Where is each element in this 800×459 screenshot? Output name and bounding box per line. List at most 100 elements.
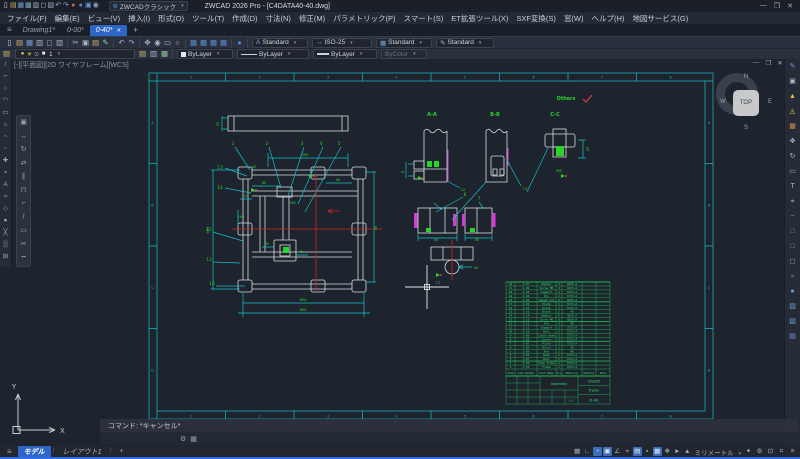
annotation-icon[interactable]: ▲ bbox=[683, 447, 692, 456]
draw-tool-icon[interactable]: ~ bbox=[0, 131, 12, 143]
modify-tool-icon[interactable]: ↻ bbox=[17, 143, 30, 157]
help-icon[interactable]: ◉ bbox=[92, 0, 100, 12]
clean-screen-icon[interactable]: ● bbox=[235, 38, 244, 48]
right-tool-icon[interactable]: ▣ bbox=[786, 74, 799, 89]
tab-model[interactable]: モデル bbox=[18, 446, 51, 457]
modify-tool-icon[interactable]: ╍ bbox=[17, 251, 30, 265]
modify-tool-icon[interactable]: ▭ bbox=[17, 224, 30, 238]
options-icon[interactable]: ▣ bbox=[85, 0, 93, 12]
match-properties-icon[interactable]: ✎ bbox=[101, 38, 110, 48]
draw-tool-icon[interactable]: ╳ bbox=[0, 227, 12, 239]
transparency-icon[interactable]: ▪ bbox=[643, 447, 652, 456]
menu-item[interactable]: 編集(E) bbox=[51, 13, 84, 24]
mdi-close-button[interactable]: ✕ bbox=[777, 59, 782, 67]
copy-icon[interactable]: ▣ bbox=[81, 38, 90, 48]
menu-item[interactable]: 地図サービス(G) bbox=[628, 13, 692, 24]
minimize-button[interactable]: — bbox=[760, 2, 767, 10]
tab-layout1[interactable]: レイアウト1 bbox=[57, 446, 108, 457]
modify-tool-icon[interactable]: ⊓ bbox=[17, 184, 30, 198]
plot-preview-icon[interactable]: ◻ bbox=[40, 0, 48, 12]
workspace-selector[interactable]: ⚙ ZWCADクラシック ▾ bbox=[109, 1, 188, 11]
save-icon[interactable]: ▦ bbox=[25, 38, 34, 48]
draw-tool-icon[interactable]: A bbox=[0, 179, 12, 191]
menu-item[interactable]: ファイル(F) bbox=[3, 13, 51, 24]
right-tool-icon[interactable]: − bbox=[786, 209, 799, 224]
layer-properties-icon[interactable]: ▤ bbox=[2, 49, 11, 59]
menu-item[interactable]: 作成(D) bbox=[228, 13, 261, 24]
viewport-label[interactable]: [-][平面図][2D ワイヤフレーム][WCS] bbox=[14, 60, 129, 70]
make-object-layer-current-icon[interactable]: ▤ bbox=[138, 49, 147, 59]
text-style-combo[interactable]: A Standard ▾ bbox=[252, 38, 308, 48]
plot-icon[interactable]: ▥ bbox=[35, 38, 44, 48]
compass-east[interactable]: E bbox=[765, 99, 775, 105]
right-tool-icon[interactable]: □ bbox=[786, 239, 799, 254]
mdi-minimize-button[interactable]: — bbox=[753, 59, 760, 67]
right-tool-icon[interactable]: ≈ bbox=[786, 269, 799, 284]
draw-tool-icon[interactable]: ▫ bbox=[0, 143, 12, 155]
draw-tool-icon[interactable]: ≈ bbox=[0, 191, 12, 203]
selection-cycling-icon[interactable]: ▦ bbox=[653, 447, 662, 456]
zoom-window-icon[interactable]: ▭ bbox=[163, 38, 172, 48]
new-icon[interactable]: ▯ bbox=[5, 38, 14, 48]
zoom-previous-icon[interactable]: ○ bbox=[173, 38, 182, 48]
draw-tool-icon[interactable]: ◇ bbox=[0, 203, 12, 215]
cad-canvas[interactable]: 1122334455667788AABBCCDD25650390804025M8… bbox=[0, 59, 800, 446]
draw-tool-icon[interactable]: ▪ bbox=[0, 167, 12, 179]
fullscreen-icon[interactable]: ⌗ bbox=[777, 447, 786, 456]
maximize-button[interactable]: ❐ bbox=[774, 2, 780, 10]
ortho-icon[interactable]: ∟ bbox=[583, 447, 592, 456]
compass-north[interactable]: N bbox=[741, 74, 751, 80]
cloud-icon[interactable]: ● bbox=[77, 0, 85, 12]
new-file-icon[interactable]: ▯ bbox=[2, 0, 10, 12]
menu-item[interactable]: 挿入(I) bbox=[124, 13, 154, 24]
dynamic-input-icon[interactable]: ► bbox=[673, 447, 682, 456]
compass-south[interactable]: S bbox=[741, 125, 751, 131]
menu-item[interactable]: パラメトリック(P) bbox=[329, 13, 399, 24]
menu-item[interactable]: 窓(W) bbox=[560, 13, 588, 24]
publish-icon[interactable]: ▧ bbox=[55, 38, 64, 48]
view-compass[interactable]: N S W E TOP bbox=[716, 73, 776, 133]
menu-item[interactable]: SXF変換(S) bbox=[512, 13, 560, 24]
save-as-icon[interactable]: ▩ bbox=[25, 0, 33, 12]
mdi-restore-button[interactable]: ❐ bbox=[766, 59, 772, 67]
document-tab[interactable]: Drawing1* bbox=[17, 25, 61, 36]
right-tool-icon[interactable]: ▭ bbox=[786, 164, 799, 179]
draw-tool-icon[interactable]: ○ bbox=[0, 83, 12, 95]
snap-icon[interactable]: ▤ bbox=[633, 447, 642, 456]
document-tab[interactable]: 0-40*✕ bbox=[90, 25, 127, 36]
redo-icon[interactable]: ↷ bbox=[62, 0, 70, 12]
mleader-style-combo[interactable]: ✎ Standard ▾ bbox=[436, 38, 494, 48]
layer-previous-icon[interactable]: ▥ bbox=[149, 49, 158, 59]
compass-west[interactable]: W bbox=[718, 99, 728, 105]
zoom-realtime-icon[interactable]: ◉ bbox=[153, 38, 162, 48]
menu-item[interactable]: 寸法(N) bbox=[262, 13, 295, 24]
table-style-combo[interactable]: ▦ Standard ▾ bbox=[376, 38, 432, 48]
compass-top-face[interactable]: TOP bbox=[733, 90, 759, 116]
dynamic-ucs-icon[interactable]: ✥ bbox=[663, 447, 672, 456]
right-tool-icon[interactable]: ◬ bbox=[786, 104, 799, 119]
right-tool-icon[interactable]: T bbox=[786, 179, 799, 194]
save-icon[interactable]: ▦ bbox=[17, 0, 25, 12]
lineweight-combo[interactable]: ByLayer ▾ bbox=[313, 49, 377, 59]
new-layout-button[interactable]: + bbox=[113, 446, 129, 457]
redo-icon[interactable]: ↷ bbox=[127, 38, 136, 48]
modify-tool-icon[interactable]: ▣ bbox=[17, 116, 30, 130]
publish-icon[interactable]: ▧ bbox=[47, 0, 55, 12]
undo-icon[interactable]: ↶ bbox=[55, 0, 63, 12]
right-tool-icon[interactable]: ● bbox=[786, 284, 799, 299]
right-tool-icon[interactable]: ✎ bbox=[786, 59, 799, 74]
modify-tool-icon[interactable]: ⇄ bbox=[17, 157, 30, 171]
draw-tool-icon[interactable]: ✚ bbox=[0, 155, 12, 167]
draw-tool-icon[interactable]: ▒ bbox=[0, 239, 12, 251]
modify-tool-icon[interactable]: ✂ bbox=[17, 238, 30, 252]
sheet-set-icon[interactable]: ▦ bbox=[219, 38, 228, 48]
clean-screen-icon[interactable]: ⊡ bbox=[766, 447, 775, 456]
document-tab[interactable]: 0-00* bbox=[61, 25, 90, 36]
object-snap-tracking-icon[interactable]: ∠ bbox=[613, 447, 622, 456]
right-tool-icon[interactable]: ✥ bbox=[786, 134, 799, 149]
properties-palette-icon[interactable]: ▦ bbox=[189, 38, 198, 48]
draw-tool-icon[interactable]: ◠ bbox=[0, 95, 12, 107]
pan-icon[interactable]: ✥ bbox=[143, 38, 152, 48]
right-tool-icon[interactable]: ▨ bbox=[786, 299, 799, 314]
design-center-icon[interactable]: ▦ bbox=[199, 38, 208, 48]
